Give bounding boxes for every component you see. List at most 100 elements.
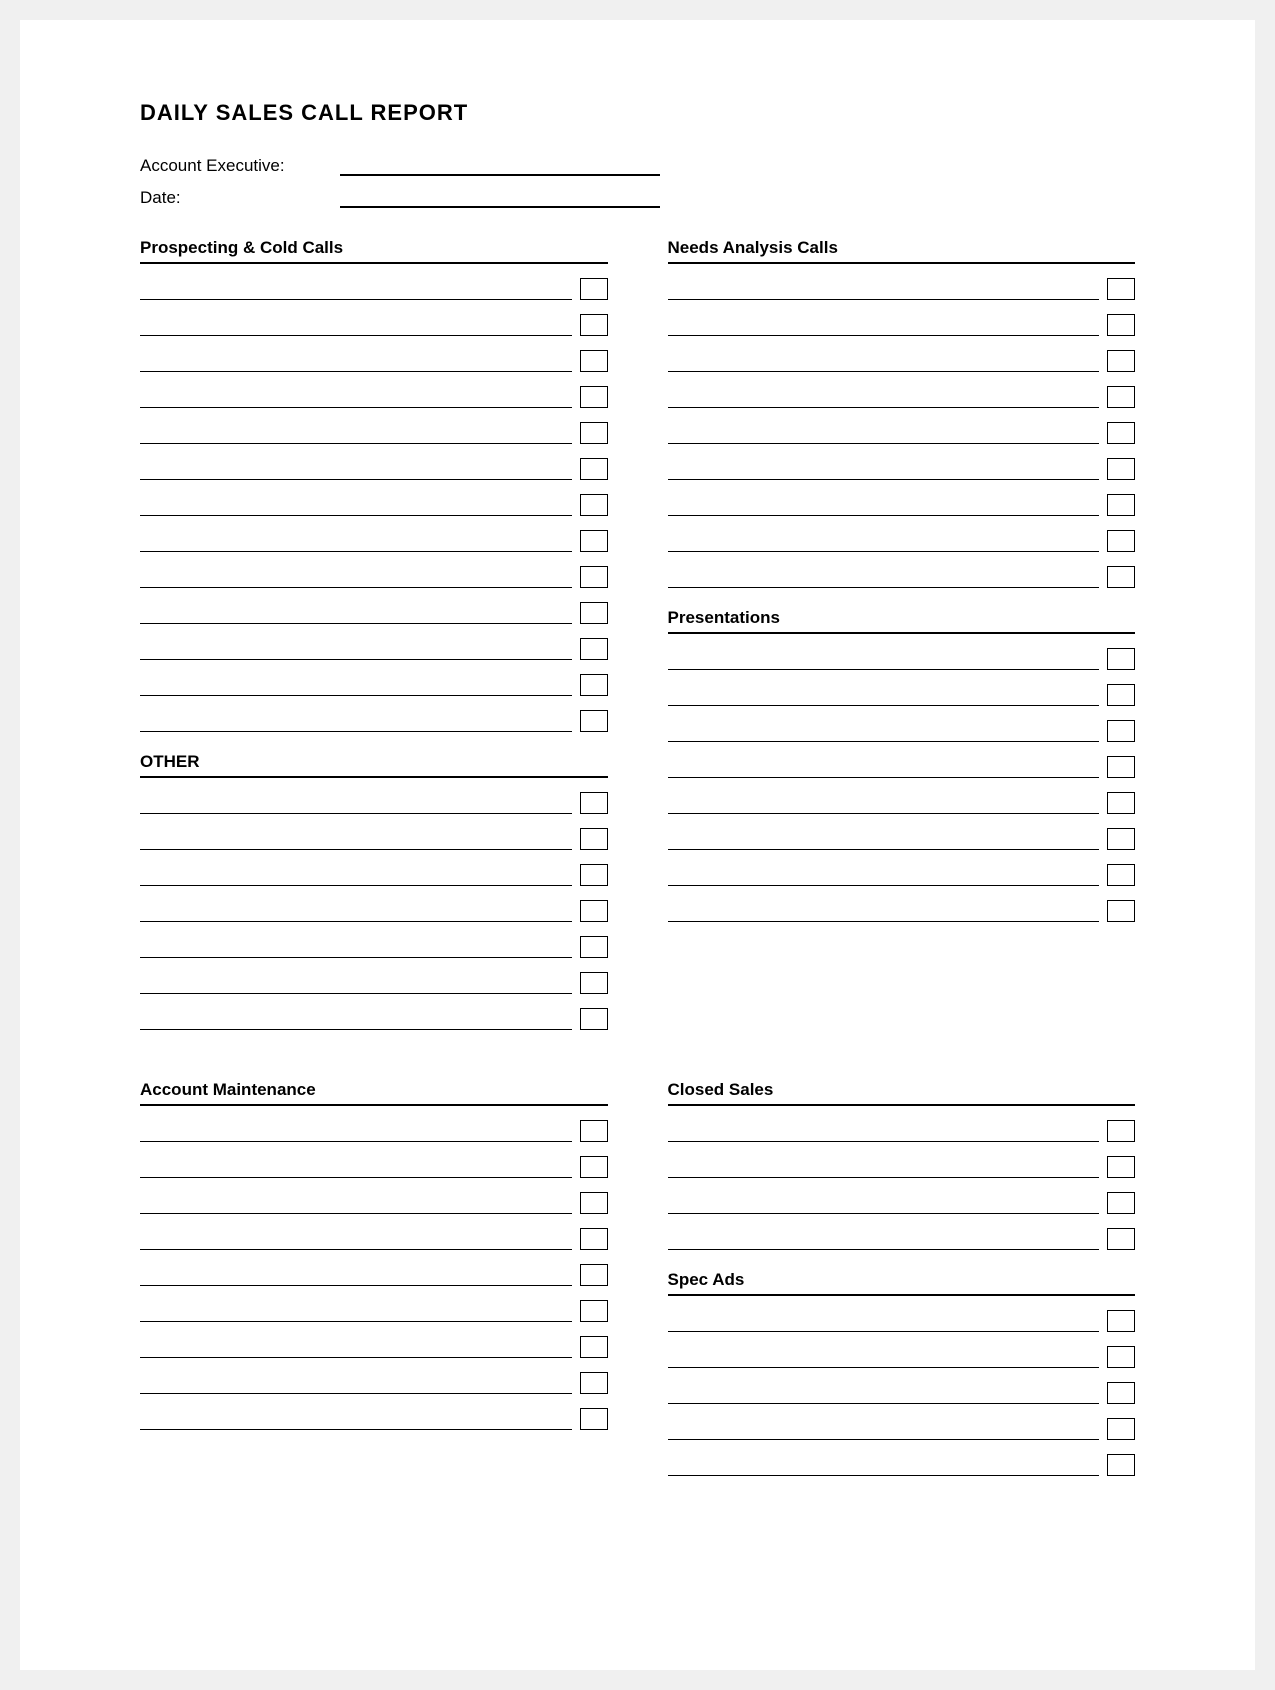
line-text[interactable]	[668, 866, 1100, 886]
line-text[interactable]	[140, 388, 572, 408]
line-text[interactable]	[668, 1158, 1100, 1178]
line-box[interactable]	[580, 1192, 608, 1214]
line-box[interactable]	[580, 458, 608, 480]
line-box[interactable]	[1107, 864, 1135, 886]
line-text[interactable]	[668, 532, 1100, 552]
line-box[interactable]	[1107, 422, 1135, 444]
line-text[interactable]	[140, 974, 572, 994]
line-text[interactable]	[140, 712, 572, 732]
line-box[interactable]	[1107, 828, 1135, 850]
line-box[interactable]	[580, 314, 608, 336]
line-box[interactable]	[580, 900, 608, 922]
line-text[interactable]	[140, 1374, 572, 1394]
line-box[interactable]	[580, 1264, 608, 1286]
line-box[interactable]	[1107, 314, 1135, 336]
line-text[interactable]	[140, 316, 572, 336]
line-text[interactable]	[140, 830, 572, 850]
line-box[interactable]	[1107, 684, 1135, 706]
line-text[interactable]	[140, 676, 572, 696]
line-text[interactable]	[140, 460, 572, 480]
line-text[interactable]	[668, 1194, 1100, 1214]
line-box[interactable]	[1107, 278, 1135, 300]
line-box[interactable]	[1107, 1120, 1135, 1142]
line-box[interactable]	[1107, 900, 1135, 922]
line-box[interactable]	[580, 972, 608, 994]
account-executive-input-line[interactable]	[340, 156, 660, 176]
line-box[interactable]	[580, 1228, 608, 1250]
line-text[interactable]	[668, 722, 1100, 742]
line-text[interactable]	[140, 280, 572, 300]
line-text[interactable]	[668, 758, 1100, 778]
line-text[interactable]	[140, 794, 572, 814]
line-box[interactable]	[580, 350, 608, 372]
line-text[interactable]	[140, 532, 572, 552]
line-box[interactable]	[1107, 458, 1135, 480]
line-box[interactable]	[1107, 1382, 1135, 1404]
line-box[interactable]	[580, 1156, 608, 1178]
line-box[interactable]	[1107, 386, 1135, 408]
line-box[interactable]	[580, 792, 608, 814]
line-text[interactable]	[140, 1122, 572, 1142]
line-box[interactable]	[580, 1300, 608, 1322]
line-text[interactable]	[140, 1194, 572, 1214]
line-text[interactable]	[668, 316, 1100, 336]
line-box[interactable]	[1107, 530, 1135, 552]
line-text[interactable]	[140, 938, 572, 958]
line-box[interactable]	[1107, 1228, 1135, 1250]
line-box[interactable]	[580, 602, 608, 624]
line-box[interactable]	[580, 1372, 608, 1394]
line-text[interactable]	[668, 830, 1100, 850]
line-text[interactable]	[140, 604, 572, 624]
line-box[interactable]	[1107, 648, 1135, 670]
line-box[interactable]	[1107, 756, 1135, 778]
line-text[interactable]	[668, 902, 1100, 922]
line-text[interactable]	[140, 866, 572, 886]
line-box[interactable]	[580, 530, 608, 552]
line-box[interactable]	[580, 386, 608, 408]
line-text[interactable]	[140, 902, 572, 922]
line-box[interactable]	[1107, 1346, 1135, 1368]
line-box[interactable]	[1107, 1192, 1135, 1214]
line-text[interactable]	[668, 686, 1100, 706]
line-box[interactable]	[580, 638, 608, 660]
line-box[interactable]	[580, 674, 608, 696]
line-box[interactable]	[580, 1336, 608, 1358]
line-text[interactable]	[668, 496, 1100, 516]
line-text[interactable]	[668, 1384, 1100, 1404]
line-text[interactable]	[140, 1410, 572, 1430]
line-text[interactable]	[668, 280, 1100, 300]
line-box[interactable]	[1107, 792, 1135, 814]
line-box[interactable]	[580, 422, 608, 444]
line-text[interactable]	[668, 650, 1100, 670]
line-text[interactable]	[140, 424, 572, 444]
line-text[interactable]	[140, 1302, 572, 1322]
line-box[interactable]	[580, 936, 608, 958]
line-text[interactable]	[668, 388, 1100, 408]
line-box[interactable]	[580, 278, 608, 300]
line-text[interactable]	[668, 352, 1100, 372]
line-text[interactable]	[668, 460, 1100, 480]
line-text[interactable]	[140, 568, 572, 588]
line-text[interactable]	[668, 1420, 1100, 1440]
line-text[interactable]	[140, 352, 572, 372]
line-text[interactable]	[140, 1010, 572, 1030]
line-box[interactable]	[1107, 1156, 1135, 1178]
line-box[interactable]	[1107, 1310, 1135, 1332]
line-text[interactable]	[668, 1122, 1100, 1142]
line-text[interactable]	[668, 1230, 1100, 1250]
line-box[interactable]	[580, 566, 608, 588]
line-box[interactable]	[1107, 350, 1135, 372]
line-text[interactable]	[668, 424, 1100, 444]
line-box[interactable]	[1107, 494, 1135, 516]
line-text[interactable]	[668, 794, 1100, 814]
line-box[interactable]	[580, 828, 608, 850]
line-box[interactable]	[1107, 566, 1135, 588]
line-box[interactable]	[580, 710, 608, 732]
line-text[interactable]	[140, 1338, 572, 1358]
line-text[interactable]	[668, 568, 1100, 588]
line-box[interactable]	[580, 1120, 608, 1142]
date-input-line[interactable]	[340, 188, 660, 208]
line-text[interactable]	[140, 640, 572, 660]
line-text[interactable]	[668, 1456, 1100, 1476]
line-box[interactable]	[580, 864, 608, 886]
